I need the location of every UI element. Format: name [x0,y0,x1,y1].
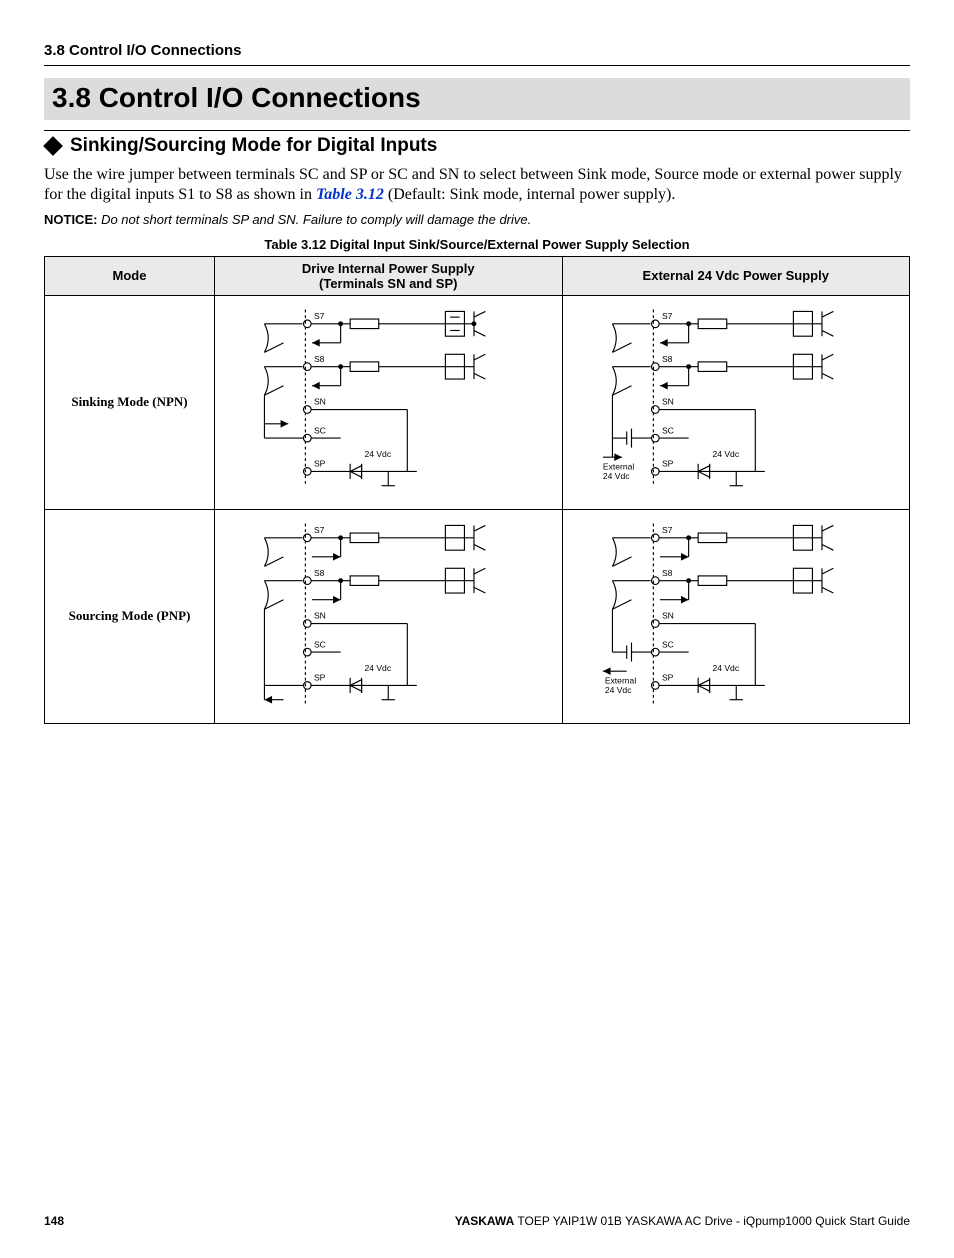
svg-text:SN: SN [314,397,326,407]
svg-text:SP: SP [661,673,673,683]
page-number: 148 [44,1214,64,1228]
footer-right: YASKAWA TOEP YAIP1W 01B YASKAWA AC Drive… [455,1214,910,1228]
notice-label: NOTICE: [44,212,97,227]
mode-cell-sinking: Sinking Mode (NPN) [45,295,215,509]
svg-text:SC: SC [314,639,326,649]
schematic-icon: S7 S8 [565,514,908,714]
svg-text:S7: S7 [314,311,325,321]
svg-text:S8: S8 [314,568,325,578]
diagram-sinking-internal: S7 [215,295,563,509]
th-external: External 24 Vdc Power Supply [562,256,910,295]
svg-text:S8: S8 [314,354,325,364]
svg-text:SP: SP [314,459,326,469]
schematic-icon: S7 S8 [217,514,560,714]
mode-table: Mode Drive Internal Power Supply (Termin… [44,256,910,724]
svg-text:SN: SN [314,611,326,621]
svg-text:S8: S8 [661,568,672,578]
svg-text:24 Vdc: 24 Vdc [712,663,739,673]
table-row: Sourcing Mode (PNP) S7 [45,509,910,723]
table-row: Sinking Mode (NPN) S7 [45,295,910,509]
schematic-icon: S7 S8 [565,300,908,500]
intro-text-b: (Default: Sink mode, internal power supp… [388,186,676,203]
table-caption: Table 3.12 Digital Input Sink/Source/Ext… [44,237,910,252]
th-internal: Drive Internal Power Supply (Terminals S… [215,256,563,295]
page-footer: 148 YASKAWA TOEP YAIP1W 01B YASKAWA AC D… [44,1214,910,1228]
footer-brand: YASKAWA [455,1214,515,1228]
svg-text:S8: S8 [661,354,672,364]
mode-cell-sourcing: Sourcing Mode (PNP) [45,509,215,723]
diagram-sourcing-external: S7 S8 [562,509,910,723]
notice-msg: Do not short terminals SP and SN. Failur… [101,212,531,227]
diamond-icon [43,136,63,156]
svg-text:24 Vdc: 24 Vdc [712,449,739,459]
svg-text:SN: SN [661,397,673,407]
svg-text:24 Vdc: 24 Vdc [364,663,391,673]
th-mode: Mode [45,256,215,295]
svg-text:SP: SP [314,673,326,683]
th-internal-l2: (Terminals SN and SP) [219,276,558,291]
svg-text:SC: SC [661,639,673,649]
svg-text:External: External [604,675,636,685]
schematic-icon: S7 [217,300,560,500]
table-header-row: Mode Drive Internal Power Supply (Termin… [45,256,910,295]
svg-text:S7: S7 [661,525,672,535]
table-ref-link[interactable]: Table 3.12 [316,186,384,203]
subheading: Sinking/Sourcing Mode for Digital Inputs [44,135,910,157]
footer-rest: TOEP YAIP1W 01B YASKAWA AC Drive - iQpum… [514,1214,910,1228]
svg-text:S7: S7 [661,311,672,321]
intro-paragraph: Use the wire jumper between terminals SC… [44,165,910,206]
svg-text:SP: SP [661,459,673,469]
subheading-text: Sinking/Sourcing Mode for Digital Inputs [70,135,437,157]
svg-text:SC: SC [314,425,326,435]
sub-rule [44,130,910,131]
notice: NOTICE: Do not short terminals SP and SN… [44,212,910,227]
diagram-sourcing-internal: S7 S8 [215,509,563,723]
svg-text:External: External [602,461,634,471]
svg-text:SC: SC [661,425,673,435]
header-rule [44,65,910,66]
section-title: 3.8 Control I/O Connections [44,78,910,120]
th-internal-l1: Drive Internal Power Supply [219,261,558,276]
svg-text:24 Vdc: 24 Vdc [602,471,629,481]
svg-text:24 Vdc: 24 Vdc [604,685,631,695]
svg-text:24 Vdc: 24 Vdc [364,449,391,459]
diagram-sinking-external: S7 S8 [562,295,910,509]
svg-text:S7: S7 [314,525,325,535]
running-header: 3.8 Control I/O Connections [44,42,910,59]
svg-text:SN: SN [661,611,673,621]
